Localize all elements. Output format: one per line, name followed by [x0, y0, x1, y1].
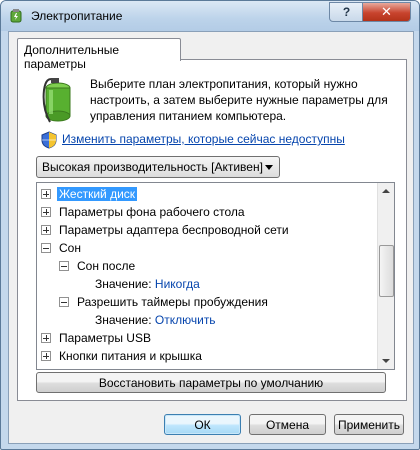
battery-plug-icon [42, 78, 71, 123]
window-title: Электропитание [31, 9, 123, 23]
tree-item-hard-disk[interactable]: Жесткий диск [41, 185, 138, 203]
collapse-minus-icon[interactable] [59, 261, 69, 271]
expand-plus-icon[interactable] [41, 333, 51, 343]
scrollbar-thumb[interactable] [379, 245, 394, 297]
scroll-up-arrow-icon[interactable] [378, 183, 394, 199]
dialog-client-area: Дополнительные параметры Выберите план э… [8, 31, 414, 444]
expand-plus-icon[interactable] [41, 189, 51, 199]
tree-item-wake-timers[interactable]: Разрешить таймеры пробуждения [59, 293, 268, 311]
sleep-after-value[interactable]: Никогда [155, 277, 200, 291]
change-unavailable-settings-link[interactable]: Изменить параметры, которые сейчас недос… [62, 132, 345, 146]
tree-item-label: Жесткий диск [57, 187, 138, 201]
tree-item-label: Разрешить таймеры пробуждения [77, 295, 268, 309]
close-button[interactable]: ✕ [362, 2, 411, 22]
collapse-minus-icon[interactable] [59, 297, 69, 307]
scroll-down-arrow-icon[interactable] [378, 353, 394, 369]
expand-plus-icon[interactable] [41, 225, 51, 235]
tree-item-sleep[interactable]: Сон [41, 239, 81, 257]
restore-defaults-button[interactable]: Восстановить параметры по умолчанию [36, 372, 386, 393]
tree-item-label: Сон после [77, 259, 136, 273]
chevron-down-icon [265, 165, 273, 170]
tree-item-label: Кнопки питания и крышка [59, 349, 202, 363]
power-plan-selected: Высокая производительность [Активен] [42, 160, 263, 174]
tree-item-power-buttons[interactable]: Кнопки питания и крышка [41, 347, 202, 365]
value-label: Значение: [95, 277, 152, 291]
title-bar[interactable]: Электропитание ? ✕ [1, 1, 419, 31]
help-button[interactable]: ? [329, 2, 364, 22]
collapse-minus-icon[interactable] [41, 243, 51, 253]
tree-item-sleep-after-value[interactable]: Значение: Никогда [95, 275, 200, 293]
apply-button[interactable]: Применить [334, 414, 404, 435]
tab-label: Дополнительные параметры [24, 43, 119, 71]
expand-plus-icon[interactable] [41, 351, 51, 361]
tab-advanced-settings[interactable]: Дополнительные параметры [17, 38, 181, 71]
power-options-icon [10, 9, 22, 23]
tree-item-label: Параметры фона рабочего стола [59, 205, 245, 219]
tree-item-wake-timers-value[interactable]: Значение: Отключить [95, 311, 216, 329]
tree-item-desktop-background[interactable]: Параметры фона рабочего стола [41, 203, 245, 221]
tree-item-sleep-after[interactable]: Сон после [59, 257, 135, 275]
value-label: Значение: [95, 313, 152, 327]
tree-item-label: Параметры USB [59, 331, 151, 345]
tree-scrollbar[interactable] [377, 183, 394, 369]
uac-shield-icon [41, 131, 57, 149]
advanced-settings-panel: Выберите план электропитания, который ну… [17, 59, 407, 401]
plan-description: Выберите план электропитания, который ну… [90, 77, 388, 123]
tree-item-usb[interactable]: Параметры USB [41, 329, 151, 347]
cancel-button[interactable]: Отмена [249, 414, 326, 435]
tree-item-label: Сон [59, 241, 81, 255]
tree-item-label: Параметры адаптера беспроводной сети [59, 223, 289, 237]
settings-tree[interactable]: Жесткий диск Параметры фона рабочего сто… [36, 182, 395, 370]
tree-item-wireless-adapter[interactable]: Параметры адаптера беспроводной сети [41, 221, 289, 239]
power-options-window: Электропитание ? ✕ Дополнительные параме… [0, 0, 420, 450]
expand-plus-icon[interactable] [41, 207, 51, 217]
power-plan-dropdown[interactable]: Высокая производительность [Активен] [36, 156, 280, 178]
ok-button[interactable]: ОК [164, 414, 241, 435]
wake-timers-value[interactable]: Отключить [155, 313, 216, 327]
